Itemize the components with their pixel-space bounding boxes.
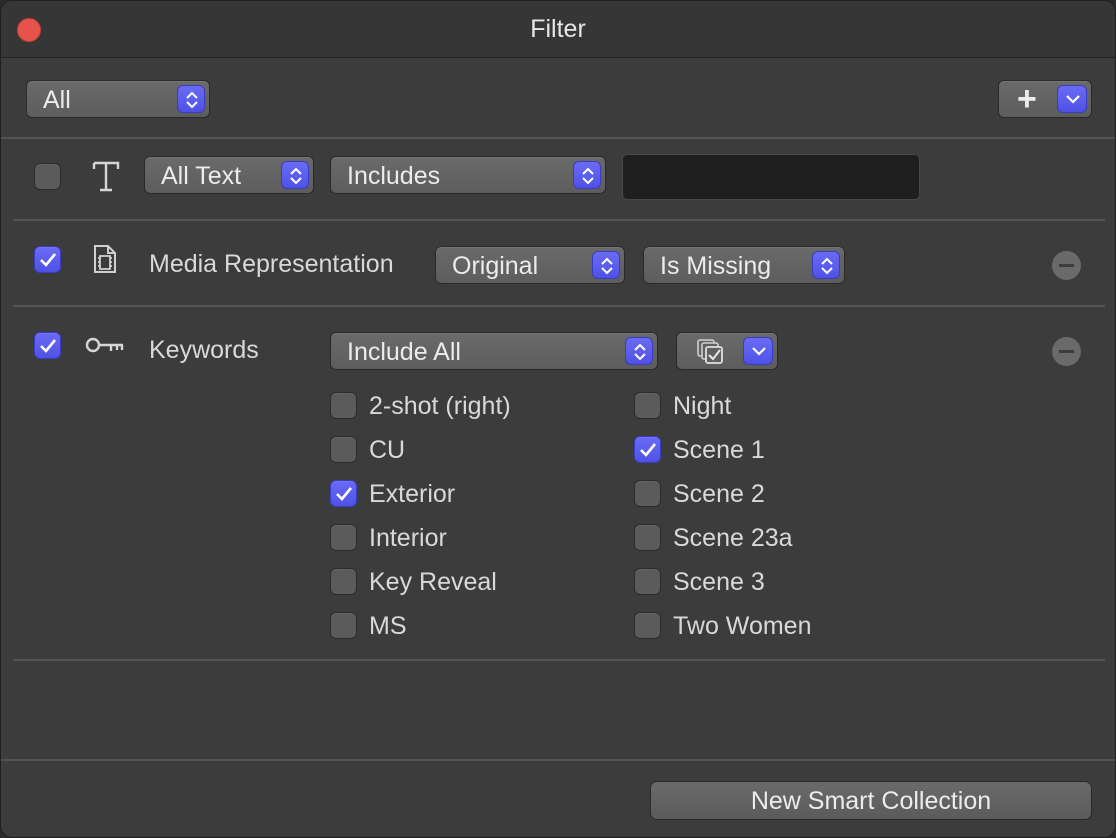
keyword-label: Night <box>673 392 732 420</box>
keyword-label: Scene 3 <box>673 568 765 596</box>
representation-value: Original <box>452 252 539 280</box>
key-icon <box>85 335 125 360</box>
text-operator-popup[interactable]: Includes <box>330 156 606 194</box>
updown-arrows-icon <box>592 251 620 279</box>
new-smart-collection-button[interactable]: New Smart Collection <box>650 781 1092 820</box>
keyword-rule-label: Keywords <box>149 336 259 364</box>
title-bar: Filter <box>1 1 1115 58</box>
toolbar-separator <box>1 137 1115 139</box>
row-separator <box>13 659 1105 661</box>
media-rule-checkbox[interactable] <box>34 246 61 273</box>
row-separator <box>13 219 1105 221</box>
updown-arrows-icon <box>812 251 840 279</box>
keyword-checkbox-scene-1[interactable] <box>634 436 661 463</box>
keyword-label: CU <box>369 436 406 464</box>
text-operator-value: Includes <box>347 162 441 190</box>
updown-arrows-icon <box>177 85 205 113</box>
keyword-checkbox-key-reveal[interactable] <box>330 568 357 595</box>
multi-checkbox-icon <box>697 339 727 370</box>
add-rule-button[interactable]: + <box>998 80 1092 118</box>
keyword-label: Scene 1 <box>673 436 765 464</box>
text-value-input[interactable] <box>622 154 920 200</box>
keyword-checkbox-2-shot[interactable] <box>330 392 357 419</box>
keyword-checkbox-scene-3[interactable] <box>634 568 661 595</box>
filter-window: Filter All + All Text Includes Media Rep… <box>0 0 1116 838</box>
keyword-rule-checkbox[interactable] <box>34 332 61 359</box>
keyword-label: MS <box>369 612 407 640</box>
keyword-checkbox-exterior[interactable] <box>330 480 357 507</box>
keyword-checkbox-scene-23a[interactable] <box>634 524 661 551</box>
text-icon <box>91 158 121 199</box>
keyword-label: Scene 23a <box>673 524 793 552</box>
keyword-label: Scene 2 <box>673 480 765 508</box>
keyword-checkbox-night[interactable] <box>634 392 661 419</box>
match-popup-value: All <box>43 86 71 114</box>
keyword-label: Two Women <box>673 612 812 640</box>
representation-popup[interactable]: Original <box>435 246 625 284</box>
media-condition-popup[interactable]: Is Missing <box>643 246 845 284</box>
row-separator <box>13 305 1105 307</box>
keyword-label: Exterior <box>369 480 456 508</box>
media-file-icon <box>93 244 117 279</box>
window-title: Filter <box>530 15 586 43</box>
match-popup[interactable]: All <box>26 80 210 118</box>
keyword-checkbox-cu[interactable] <box>330 436 357 463</box>
updown-arrows-icon <box>625 337 653 365</box>
footer-separator <box>1 759 1115 761</box>
keyword-checkbox-two-women[interactable] <box>634 612 661 639</box>
text-rule-checkbox[interactable] <box>34 163 61 190</box>
updown-arrows-icon <box>281 161 309 189</box>
remove-keyword-rule-button[interactable] <box>1052 337 1081 366</box>
text-field-popup[interactable]: All Text <box>144 156 314 194</box>
keyword-checkbox-ms[interactable] <box>330 612 357 639</box>
chevron-down-icon <box>743 337 773 365</box>
remove-media-rule-button[interactable] <box>1052 251 1081 280</box>
keyword-mode-value: Include All <box>347 338 461 366</box>
plus-icon: + <box>1017 80 1037 118</box>
keyword-checkbox-scene-2[interactable] <box>634 480 661 507</box>
keyword-label: 2-shot (right) <box>369 392 511 420</box>
text-field-value: All Text <box>161 162 242 190</box>
updown-arrows-icon <box>573 161 601 189</box>
media-rule-label: Media Representation <box>149 250 394 278</box>
keyword-mode-popup[interactable]: Include All <box>330 332 658 370</box>
keyword-checkbox-interior[interactable] <box>330 524 357 551</box>
chevron-down-icon <box>1057 85 1087 113</box>
keyword-select-popup[interactable] <box>676 332 778 370</box>
keyword-label: Interior <box>369 524 447 552</box>
media-condition-value: Is Missing <box>660 252 772 280</box>
keyword-label: Key Reveal <box>369 568 497 596</box>
